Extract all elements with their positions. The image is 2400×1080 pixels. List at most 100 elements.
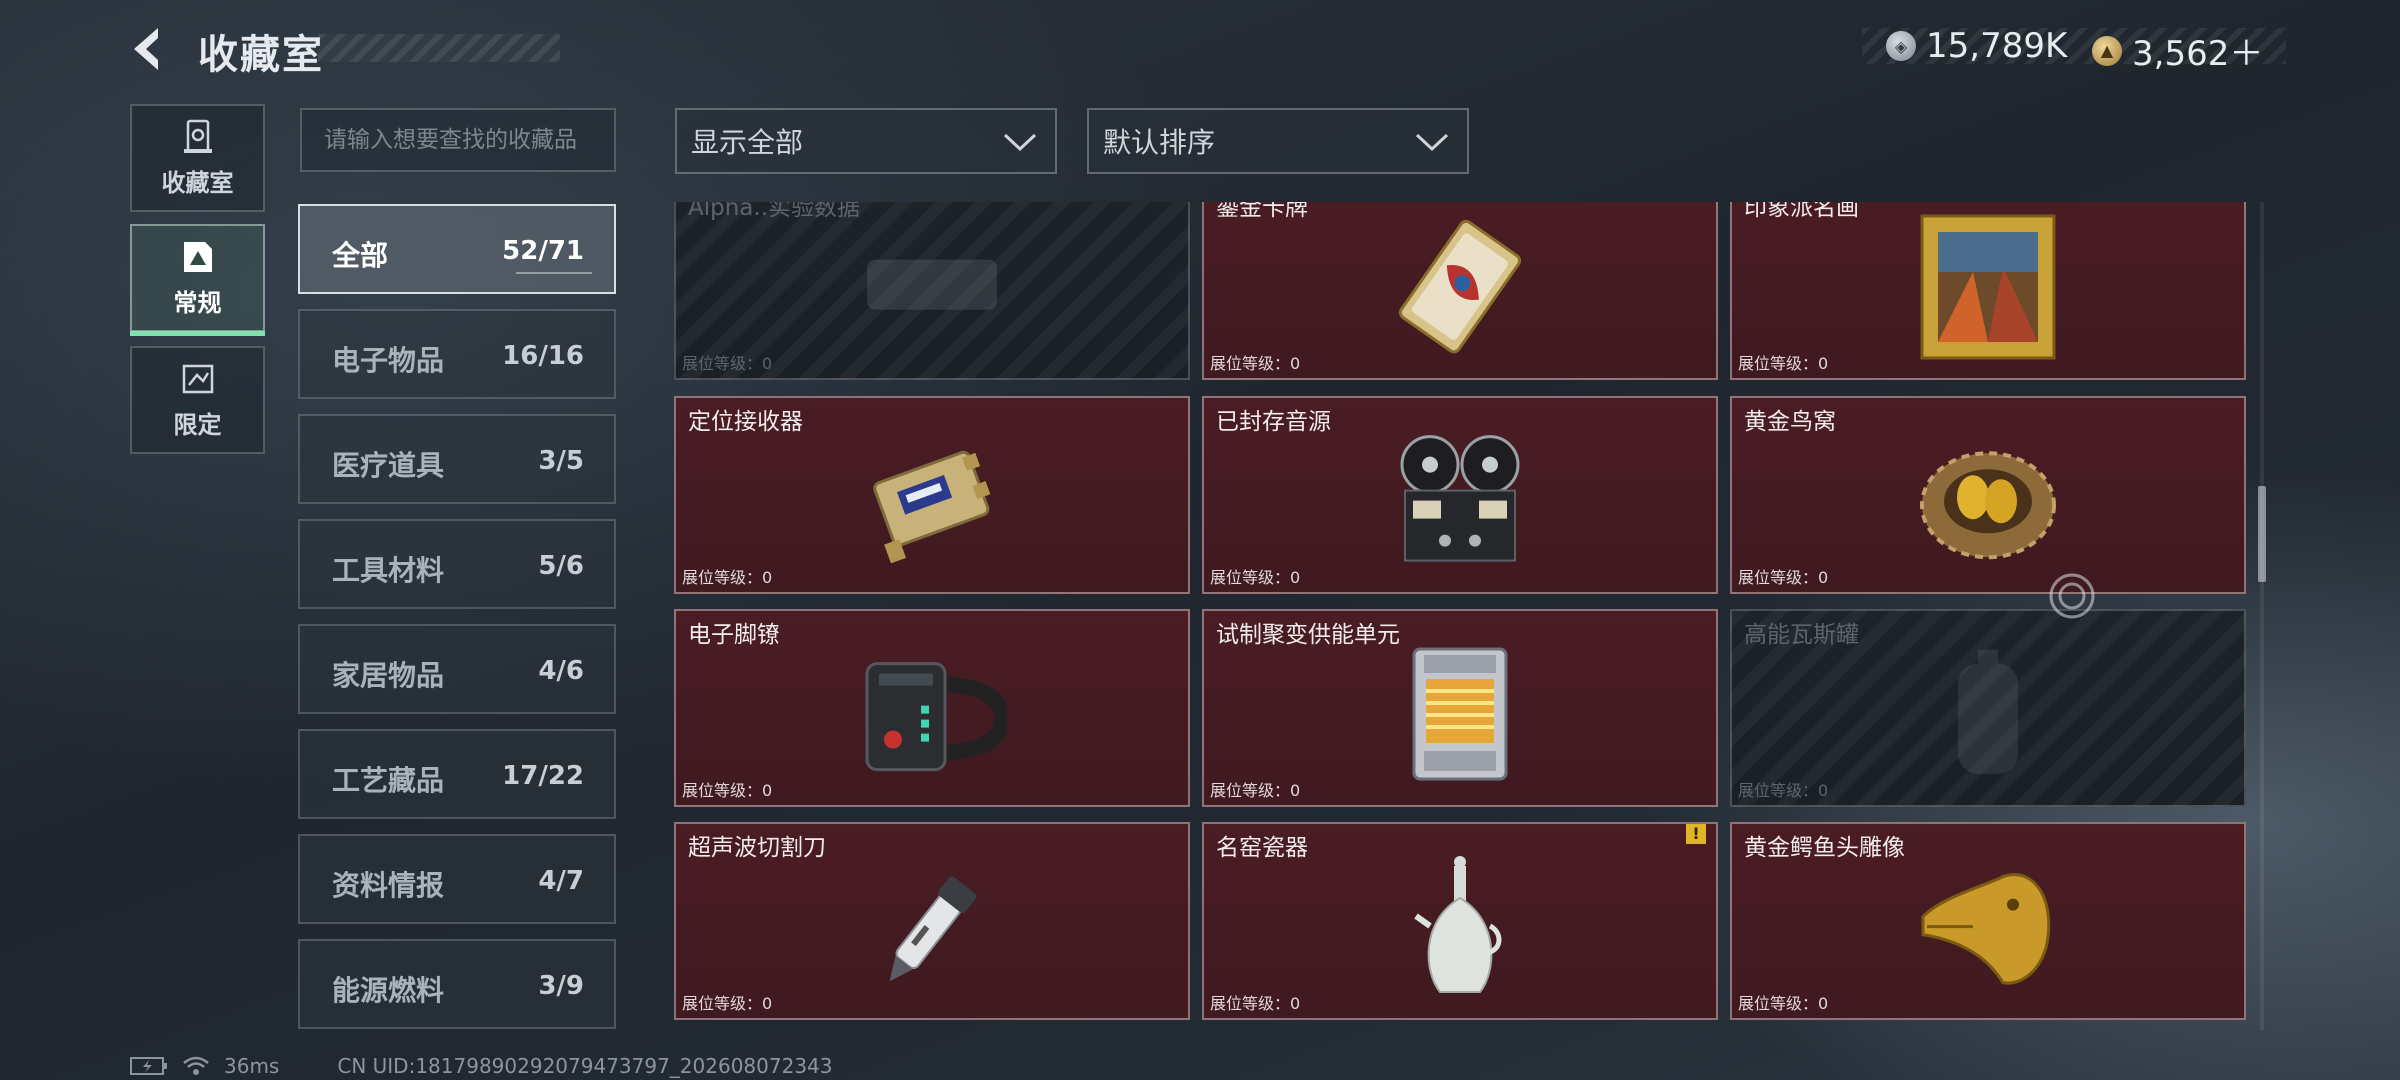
category-count: 17/22 bbox=[502, 761, 584, 791]
status-footer: 36ms CN UID:18179890292079473797_2026080… bbox=[130, 1054, 833, 1078]
category-name: 资料情报 bbox=[332, 869, 445, 902]
tab-regular[interactable]: 常规 bbox=[130, 224, 265, 336]
display-level: 展位等级：0 bbox=[682, 568, 773, 587]
item-card[interactable]: 高能瓦斯罐 展位等级：0 bbox=[1730, 609, 2246, 807]
item-name: 黄金鸟窝 bbox=[1744, 409, 1836, 435]
item-card[interactable]: 印象派名画 展位等级：0 bbox=[1730, 202, 2246, 380]
tab-label: 收藏室 bbox=[161, 168, 234, 197]
display-level: 展位等级：0 bbox=[1210, 568, 1301, 587]
item-name: 已封存音源 bbox=[1216, 409, 1331, 435]
sort-value: 默认排序 bbox=[1103, 126, 1216, 159]
category-count: 4/7 bbox=[538, 866, 584, 896]
golden-nest-icon bbox=[1920, 451, 2056, 560]
count-underline bbox=[516, 272, 592, 274]
category-household[interactable]: 家居物品 4/6 bbox=[298, 624, 616, 714]
silver-currency: ◈ 15,789K bbox=[1886, 26, 2067, 66]
category-count: 3/5 bbox=[538, 446, 584, 476]
ultrasonic-cutter-icon bbox=[889, 876, 977, 982]
limited-icon bbox=[182, 364, 213, 393]
chevron-down-icon bbox=[1415, 133, 1449, 152]
category-count: 16/16 bbox=[502, 341, 584, 371]
item-name: 印象派名画 bbox=[1744, 202, 1859, 221]
tab-collection-room[interactable]: 收藏室 bbox=[130, 104, 265, 212]
warning-badge-icon: ! bbox=[1686, 824, 1706, 844]
display-level: 展位等级：0 bbox=[1738, 568, 1829, 587]
category-name: 工艺藏品 bbox=[332, 764, 445, 797]
user-uid: CN UID:18179890292079473797_202608072343 bbox=[337, 1054, 833, 1078]
fusion-cell-icon bbox=[1412, 647, 1508, 781]
item-name: 超声波切割刀 bbox=[688, 835, 826, 861]
category-count: 5/6 bbox=[538, 551, 584, 581]
back-button[interactable] bbox=[128, 24, 174, 74]
category-name: 电子物品 bbox=[332, 344, 445, 377]
category-name: 医疗道具 bbox=[332, 449, 445, 482]
back-arrow-icon bbox=[134, 28, 158, 70]
item-card[interactable]: 名窑瓷器 ! 展位等级：0 bbox=[1202, 822, 1718, 1020]
category-medical[interactable]: 医疗道具 3/5 bbox=[298, 414, 616, 504]
top-bar: 收藏室 ◈ 15,789K ▲ 3,562＋ bbox=[0, 0, 2400, 100]
category-all[interactable]: 全部 52/71 bbox=[298, 204, 616, 294]
gold-card-icon bbox=[1398, 219, 1522, 354]
display-level: 展位等级：0 bbox=[1210, 354, 1301, 373]
drive-icon bbox=[867, 259, 997, 310]
regular-icon bbox=[183, 241, 212, 272]
category-intel[interactable]: 资料情报 4/7 bbox=[298, 834, 616, 924]
category-count: 52/71 bbox=[502, 236, 584, 266]
item-name: 试制聚变供能单元 bbox=[1216, 622, 1400, 648]
item-name: 高能瓦斯罐 bbox=[1744, 622, 1859, 648]
item-card[interactable]: 已封存音源 展位等级：0 bbox=[1202, 396, 1718, 594]
item-card[interactable]: 黄金鸟窝 展位等级：0 bbox=[1730, 396, 2246, 594]
category-count: 4/6 bbox=[538, 656, 584, 686]
item-name: Alpha..实验数据 bbox=[688, 202, 861, 221]
item-card[interactable]: 黄金鳄鱼头雕像 展位等级：0 bbox=[1730, 822, 2246, 1020]
wifi-icon bbox=[183, 1056, 209, 1075]
gold-coin-icon: ▲ bbox=[2092, 35, 2122, 66]
display-level: 展位等级：0 bbox=[682, 994, 773, 1013]
display-level: 展位等级：0 bbox=[682, 354, 773, 373]
gold-currency-value: 3,562＋ bbox=[2132, 34, 2264, 74]
category-name: 工具材料 bbox=[332, 554, 445, 587]
battery-charging-icon bbox=[130, 1057, 167, 1075]
search-input[interactable] bbox=[300, 108, 616, 172]
tab-limited[interactable]: 限定 bbox=[130, 346, 265, 454]
silver-currency-value: 15,789K bbox=[1926, 26, 2068, 66]
gold-currency[interactable]: ▲ 3,562＋ bbox=[2092, 26, 2263, 75]
tab-label: 常规 bbox=[173, 288, 222, 317]
display-filter-dropdown[interactable]: 显示全部 bbox=[675, 108, 1057, 174]
item-card[interactable]: 鎏金卡牌 展位等级：0 bbox=[1202, 202, 1718, 380]
category-name: 能源燃料 bbox=[332, 974, 445, 1007]
display-level: 展位等级：0 bbox=[1210, 994, 1301, 1013]
display-filter-value: 显示全部 bbox=[691, 126, 804, 159]
item-name: 名窑瓷器 bbox=[1216, 835, 1308, 861]
category-name: 家居物品 bbox=[332, 659, 445, 692]
item-card[interactable]: 超声波切割刀 展位等级：0 bbox=[674, 822, 1190, 1020]
chevron-down-icon bbox=[1003, 133, 1037, 152]
sort-dropdown[interactable]: 默认排序 bbox=[1087, 108, 1469, 174]
category-electronics[interactable]: 电子物品 16/16 bbox=[298, 309, 616, 399]
item-name: 电子脚镣 bbox=[688, 622, 780, 648]
item-card[interactable]: 电子脚镣 展位等级：0 bbox=[674, 609, 1190, 807]
receiver-icon bbox=[873, 450, 991, 564]
collection-grid[interactable]: Alpha..实验数据 展位等级：0 鎏金卡牌 展位等级：0 印象派名画 展位等… bbox=[672, 202, 2258, 1030]
porcelain-vase-icon bbox=[1414, 856, 1502, 993]
item-card[interactable]: 定位接收器 展位等级：0 bbox=[674, 396, 1190, 594]
category-crafts[interactable]: 工艺藏品 17/22 bbox=[298, 729, 616, 819]
ankle-monitor-icon bbox=[865, 662, 1007, 772]
display-level: 展位等级：0 bbox=[1738, 781, 1829, 800]
display-level: 展位等级：0 bbox=[1210, 781, 1301, 800]
category-name: 全部 bbox=[332, 239, 389, 272]
category-fuel[interactable]: 能源燃料 3/9 bbox=[298, 939, 616, 1029]
grid-scrollbar[interactable] bbox=[2260, 202, 2264, 1030]
item-card[interactable]: Alpha..实验数据 展位等级：0 bbox=[674, 202, 1190, 380]
category-tools[interactable]: 工具材料 5/6 bbox=[298, 519, 616, 609]
reel-recorder-icon bbox=[1400, 435, 1520, 562]
item-name: 黄金鳄鱼头雕像 bbox=[1744, 835, 1905, 861]
tab-label: 限定 bbox=[173, 410, 222, 439]
silver-coin-icon: ◈ bbox=[1886, 31, 1916, 61]
item-card[interactable]: 试制聚变供能单元 展位等级：0 bbox=[1202, 609, 1718, 807]
grid-scroll-thumb[interactable] bbox=[2258, 486, 2266, 582]
ping-value: 36ms bbox=[224, 1054, 280, 1078]
touch-indicator-icon bbox=[2049, 573, 2095, 619]
display-level: 展位等级：0 bbox=[1738, 354, 1829, 373]
gas-canister-icon bbox=[1958, 649, 2018, 774]
